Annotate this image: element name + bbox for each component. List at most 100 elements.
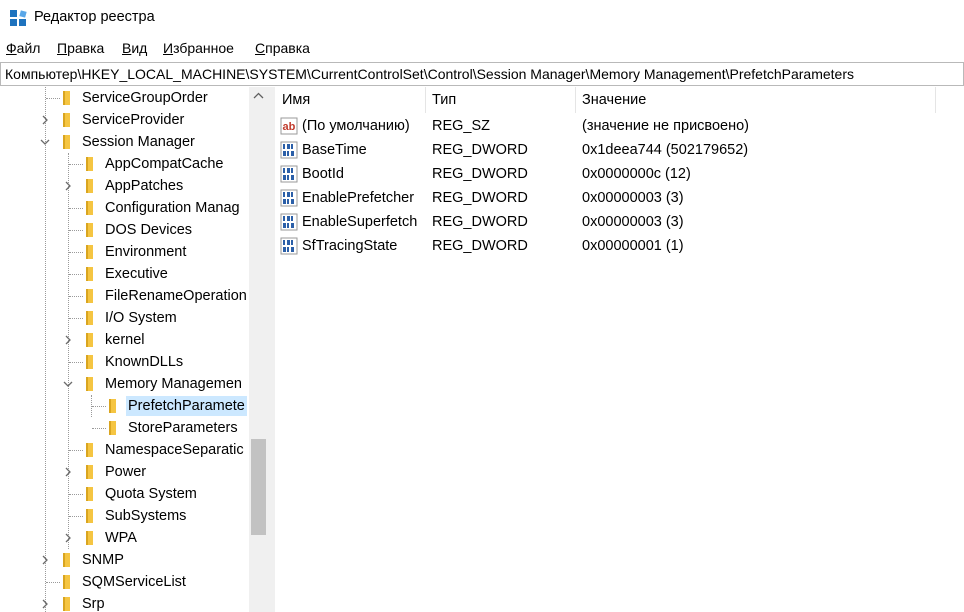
column-header-type[interactable]: Тип	[425, 87, 575, 113]
folder-icon	[63, 135, 70, 149]
tree-node[interactable]: FileRenameOperation	[0, 285, 250, 307]
tree-node[interactable]: ServiceGroupOrder	[0, 87, 250, 109]
value-row[interactable]: BaseTime REG_DWORD 0x1deea744 (502179652)	[275, 138, 964, 162]
tree-node[interactable]: SNMP	[0, 549, 250, 571]
tree-node-label[interactable]: StoreParameters	[126, 418, 240, 438]
tree-node-label[interactable]: AppPatches	[103, 176, 185, 196]
svg-text:ab: ab	[283, 121, 296, 133]
tree-node[interactable]: kernel	[0, 329, 250, 351]
tree-node[interactable]: NamespaceSeparatic	[0, 439, 250, 461]
tree-node-label[interactable]: Memory Managemen	[103, 374, 244, 394]
folder-icon	[86, 355, 93, 369]
tree-node[interactable]: Executive	[0, 263, 250, 285]
menu-label: збранное	[173, 40, 234, 56]
menu-favorites[interactable]: Избранное	[163, 40, 234, 56]
tree-node-label[interactable]: Power	[103, 462, 148, 482]
tree-node[interactable]: Configuration Manag	[0, 197, 250, 219]
tree-node-label[interactable]: DOS Devices	[103, 220, 194, 240]
value-type-cell: REG_DWORD	[432, 214, 528, 230]
menu-view[interactable]: Вид	[122, 40, 147, 56]
tree-node[interactable]: AppPatches	[0, 175, 250, 197]
tree-node-label[interactable]: Srp	[80, 594, 107, 612]
folder-icon	[63, 597, 70, 611]
address-path[interactable]: Компьютер\HKEY_LOCAL_MACHINE\SYSTEM\Curr…	[5, 66, 854, 82]
tree-node[interactable]: Quota System	[0, 483, 250, 505]
value-row[interactable]: EnableSuperfetch REG_DWORD 0x00000003 (3)	[275, 210, 964, 234]
chevron-right-icon[interactable]	[39, 114, 51, 126]
tree-node-label[interactable]: Configuration Manag	[103, 198, 242, 218]
value-type-cell: REG_SZ	[432, 118, 491, 134]
value-row[interactable]: EnablePrefetcher REG_DWORD 0x00000003 (3)	[275, 186, 964, 210]
tree-node[interactable]: SubSystems	[0, 505, 250, 527]
folder-icon	[86, 311, 93, 325]
tree-node-label[interactable]: Quota System	[103, 484, 199, 504]
tree-node[interactable]: AppCompatCache	[0, 153, 250, 175]
value-data-cell: 0x00000003 (3)	[582, 214, 684, 230]
binary-value-icon	[280, 141, 298, 159]
tree-node[interactable]: KnownDLLs	[0, 351, 250, 373]
tree-node-label[interactable]: SQMServiceList	[80, 572, 188, 592]
tree-node-label[interactable]: SubSystems	[103, 506, 188, 526]
binary-value-icon	[280, 165, 298, 183]
tree-node-label[interactable]: WPA	[103, 528, 139, 548]
tree-node-label[interactable]: NamespaceSeparatic	[103, 440, 246, 460]
tree-node[interactable]: DOS Devices	[0, 219, 250, 241]
menu-file[interactable]: Файл	[6, 40, 40, 56]
tree-node-label[interactable]: Executive	[103, 264, 170, 284]
tree-node-label[interactable]: kernel	[103, 330, 147, 350]
tree-node[interactable]: Srp	[0, 593, 250, 612]
folder-icon	[86, 267, 93, 281]
tree-node-label[interactable]: Session Manager	[80, 132, 197, 152]
tree-node-label[interactable]: FileRenameOperation	[103, 286, 249, 306]
pane-splitter[interactable]	[268, 87, 275, 612]
menu-bar: Файл Правка Вид Избранное Справка	[0, 38, 964, 60]
chevron-right-icon[interactable]	[62, 180, 74, 192]
key-tree[interactable]: ServiceGroupOrder ServiceProvider Session …	[0, 87, 268, 612]
tree-node-label[interactable]: Environment	[103, 242, 188, 262]
tree-node[interactable]: SQMServiceList	[0, 571, 250, 593]
tree-node-label[interactable]: AppCompatCache	[103, 154, 226, 174]
value-row[interactable]: BootId REG_DWORD 0x0000000c (12)	[275, 162, 964, 186]
chevron-down-icon[interactable]	[39, 136, 51, 148]
tree-node[interactable]: PrefetchParamete	[0, 395, 250, 417]
tree-node-label[interactable]: KnownDLLs	[103, 352, 185, 372]
tree-node-label[interactable]: ServiceProvider	[80, 110, 186, 130]
tree-node[interactable]: Memory Managemen	[0, 373, 250, 395]
tree-node-label[interactable]: I/O System	[103, 308, 179, 328]
tree-scrollbar[interactable]	[249, 87, 268, 612]
chevron-right-icon[interactable]	[62, 532, 74, 544]
scrollbar-thumb[interactable]	[251, 439, 266, 535]
column-header-data[interactable]: Значение	[575, 87, 935, 113]
column-divider[interactable]	[935, 87, 936, 113]
chevron-down-icon[interactable]	[62, 378, 74, 390]
column-header-name[interactable]: Имя	[275, 87, 425, 113]
tree-node-label[interactable]: ServiceGroupOrder	[80, 88, 210, 108]
scroll-up-arrow-icon[interactable]	[249, 87, 268, 106]
tree-node[interactable]: StoreParameters	[0, 417, 250, 439]
folder-icon	[86, 157, 93, 171]
value-row[interactable]: ab (По умолчанию) REG_SZ (значение не присв…	[275, 114, 964, 138]
address-bar[interactable]: Компьютер\HKEY_LOCAL_MACHINE\SYSTEM\Curr…	[0, 62, 964, 86]
tree-node-label[interactable]: SNMP	[80, 550, 126, 570]
chevron-right-icon[interactable]	[39, 598, 51, 610]
folder-icon	[63, 553, 70, 567]
tree-node[interactable]: Environment	[0, 241, 250, 263]
values-list[interactable]: Имя Тип Значение ab (По умолчанию) REG_SZ (…	[275, 87, 964, 612]
tree-node[interactable]: WPA	[0, 527, 250, 549]
folder-icon	[86, 377, 93, 391]
value-name-cell: BootId	[302, 166, 344, 182]
chevron-right-icon[interactable]	[39, 554, 51, 566]
menu-help[interactable]: Справка	[255, 40, 310, 56]
chevron-right-icon[interactable]	[62, 334, 74, 346]
tree-node[interactable]: ServiceProvider	[0, 109, 250, 131]
title-bar[interactable]: Редактор реестра	[0, 0, 964, 36]
menu-accelerator: Ф	[6, 40, 17, 56]
menu-accelerator: П	[57, 40, 68, 56]
tree-node[interactable]: Session Manager	[0, 131, 250, 153]
tree-node[interactable]: I/O System	[0, 307, 250, 329]
tree-node[interactable]: Power	[0, 461, 250, 483]
tree-node-label[interactable]: PrefetchParamete	[126, 396, 247, 416]
value-row[interactable]: SfTracingState REG_DWORD 0x00000001 (1)	[275, 234, 964, 258]
menu-edit[interactable]: Правка	[57, 40, 104, 56]
chevron-right-icon[interactable]	[62, 466, 74, 478]
